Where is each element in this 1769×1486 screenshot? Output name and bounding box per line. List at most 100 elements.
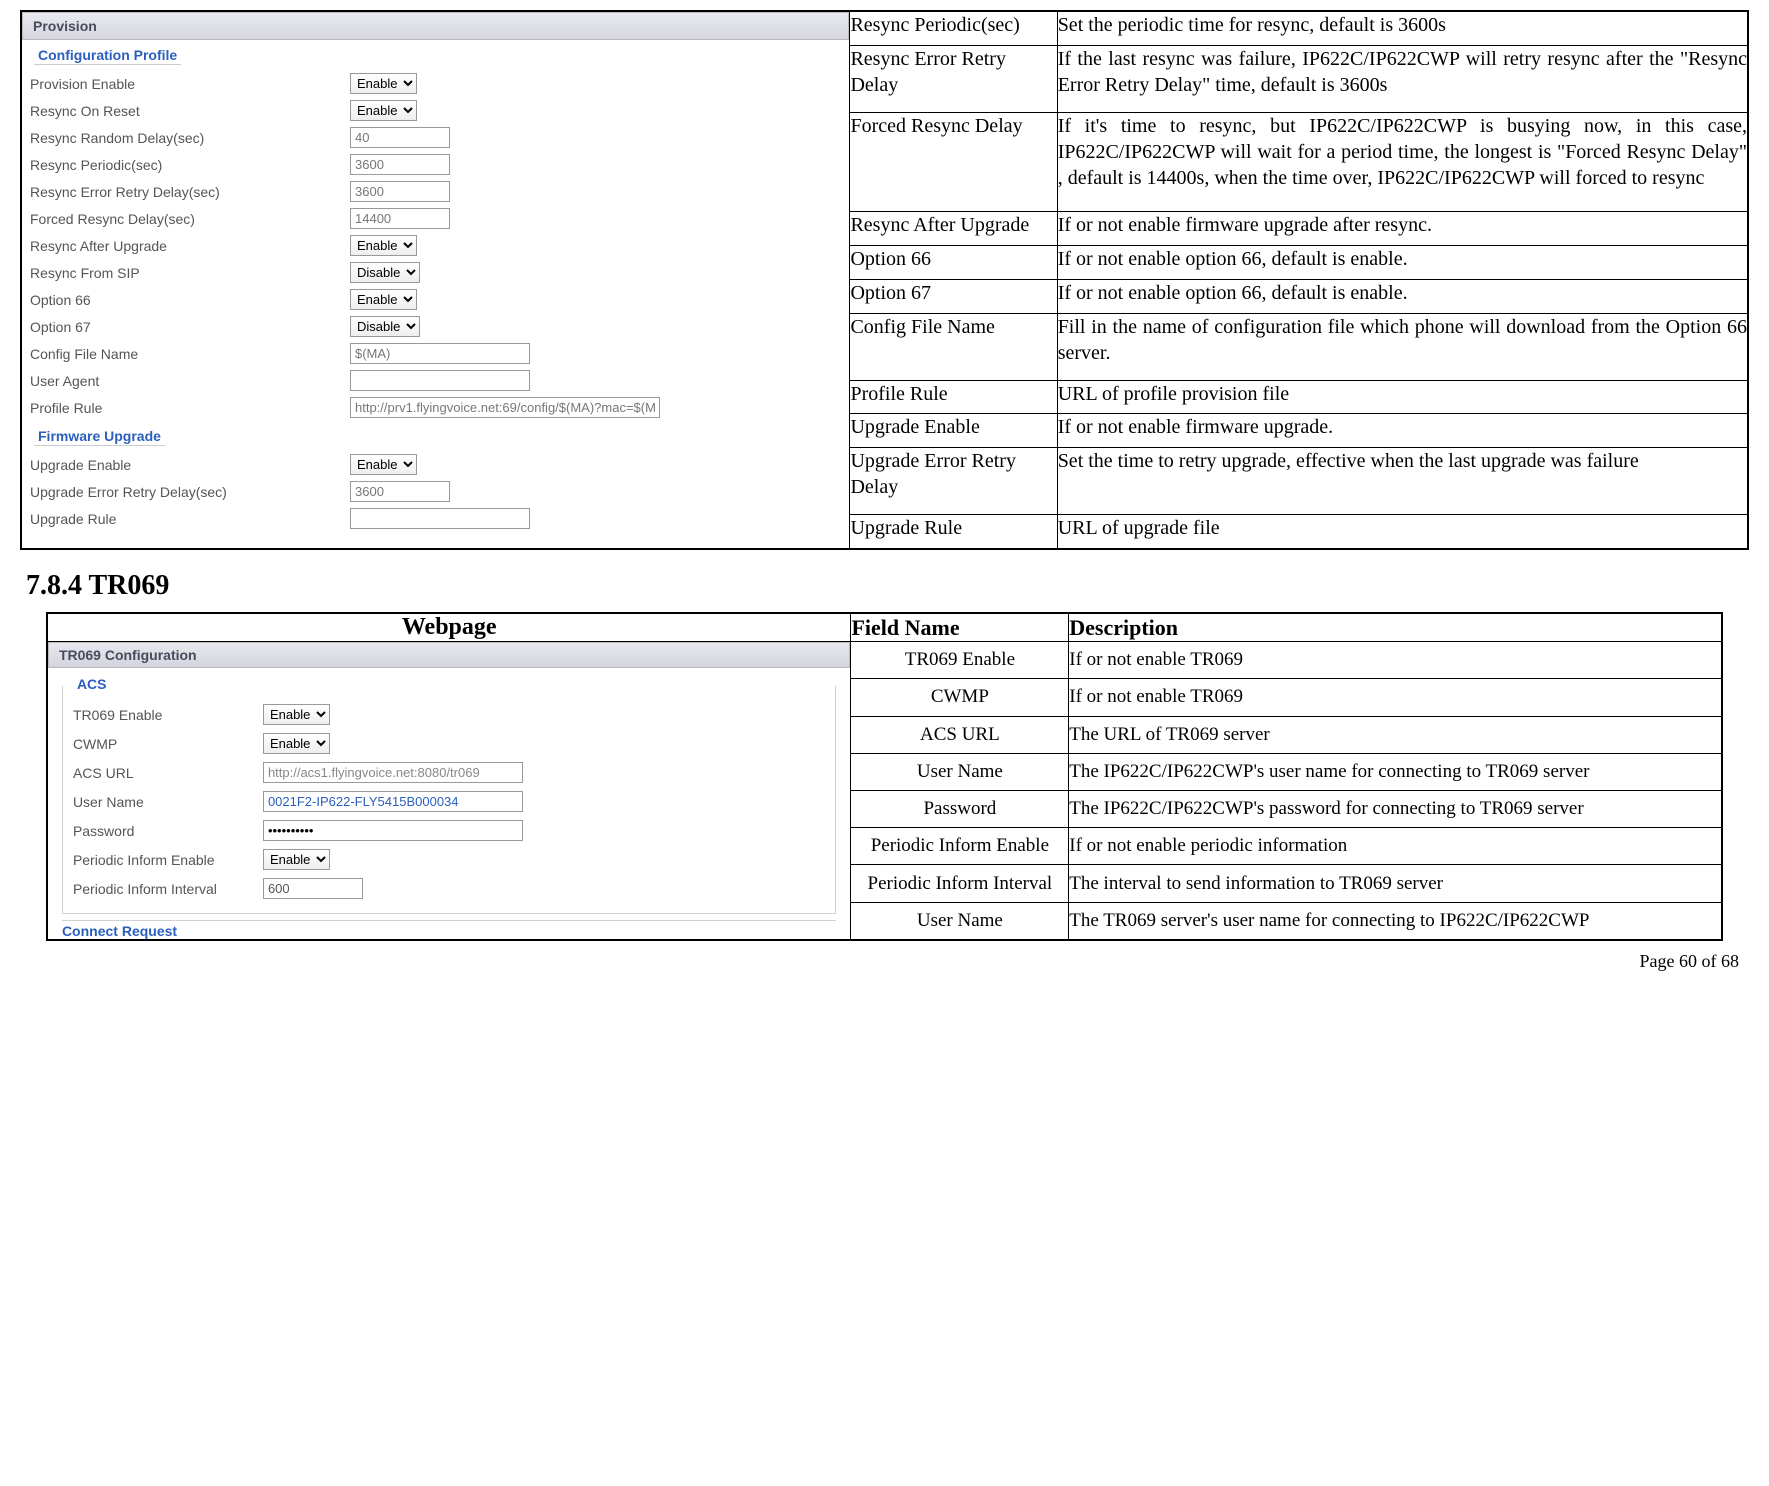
password-label: Password xyxy=(73,823,263,839)
resync-periodic-input[interactable] xyxy=(350,154,450,175)
description-cell: If or not enable periodic information xyxy=(1069,828,1722,865)
description-cell: If or not enable TR069 xyxy=(1069,642,1722,679)
upgrade-rule-input[interactable] xyxy=(350,508,530,529)
resync-after-upgrade-label: Resync After Upgrade xyxy=(30,237,350,255)
field-name-cell: Resync After Upgrade xyxy=(850,212,1057,246)
config-profile-section: Configuration Profile Provision EnableEn… xyxy=(30,56,841,421)
page-footer: Page 60 of 68 xyxy=(20,941,1749,972)
option66-label: Option 66 xyxy=(30,291,350,309)
forced-resync-delay-label: Forced Resync Delay(sec) xyxy=(30,210,350,228)
periodic-enable-select[interactable]: Enable xyxy=(263,849,330,870)
description-cell: Set the periodic time for resync, defaul… xyxy=(1057,11,1748,46)
description-cell: URL of profile provision file xyxy=(1057,380,1748,414)
description-cell: The IP622C/IP622CWP's password for conne… xyxy=(1069,791,1722,828)
acs-legend: ACS xyxy=(71,676,113,692)
description-cell: If the last resync was failure, IP622C/I… xyxy=(1057,46,1748,113)
config-file-name-input[interactable] xyxy=(350,343,530,364)
tr069-enable-select[interactable]: Enable xyxy=(263,704,330,725)
upgrade-rule-label: Upgrade Rule xyxy=(30,510,350,528)
user-agent-label: User Agent xyxy=(30,372,350,390)
field-name-cell: Profile Rule xyxy=(850,380,1057,414)
field-name-cell: Forced Resync Delay xyxy=(850,112,1057,211)
webpage-header: Webpage xyxy=(47,613,851,642)
connect-request-legend: Connect Request xyxy=(62,920,837,939)
provision-table: Provision Configuration Profile Provisio… xyxy=(20,10,1749,550)
tr069-header: TR069 Configuration xyxy=(48,642,851,668)
provision-header: Provision xyxy=(22,12,849,40)
provision-panel: Provision Configuration Profile Provisio… xyxy=(22,12,849,532)
firmware-legend: Firmware Upgrade xyxy=(34,427,165,446)
tr069-webpage-cell: TR069 Configuration ACS TR069 EnableEnab… xyxy=(47,642,851,941)
username-label: User Name xyxy=(73,794,263,810)
field-name-cell: User Name xyxy=(851,902,1069,940)
profile-rule-label: Profile Rule xyxy=(30,399,350,417)
description-cell: If it's time to resync, but IP622C/IP622… xyxy=(1057,112,1748,211)
upgrade-error-retry-label: Upgrade Error Retry Delay(sec) xyxy=(30,483,350,501)
description-cell: The IP622C/IP622CWP's user name for conn… xyxy=(1069,753,1722,790)
acs-url-label: ACS URL xyxy=(73,765,263,781)
tr069-panel: TR069 Configuration ACS TR069 EnableEnab… xyxy=(48,642,851,939)
user-agent-input[interactable] xyxy=(350,370,530,391)
cwmp-label: CWMP xyxy=(73,736,263,752)
upgrade-error-retry-input[interactable] xyxy=(350,481,450,502)
resync-after-upgrade-select[interactable]: Enable xyxy=(350,235,417,256)
config-profile-legend: Configuration Profile xyxy=(34,46,181,65)
provision-enable-label: Provision Enable xyxy=(30,75,350,93)
resync-periodic-label: Resync Periodic(sec) xyxy=(30,156,350,174)
option67-label: Option 67 xyxy=(30,318,350,336)
periodic-interval-label: Periodic Inform Interval xyxy=(73,881,263,897)
description-cell: Set the time to retry upgrade, effective… xyxy=(1057,448,1748,515)
resync-on-reset-label: Resync On Reset xyxy=(30,102,350,120)
field-name-cell: ACS URL xyxy=(851,716,1069,753)
profile-rule-input[interactable] xyxy=(350,397,660,418)
password-input[interactable] xyxy=(263,820,523,841)
field-header: Field Name xyxy=(851,613,1069,642)
firmware-section: Firmware Upgrade Upgrade EnableEnable Up… xyxy=(30,437,841,532)
field-name-cell: Resync Error Retry Delay xyxy=(850,46,1057,113)
description-cell: If or not enable firmware upgrade after … xyxy=(1057,212,1748,246)
option66-select[interactable]: Enable xyxy=(350,289,417,310)
acs-url-input[interactable] xyxy=(263,762,523,783)
periodic-interval-input[interactable] xyxy=(263,878,363,899)
provision-enable-select[interactable]: Enable xyxy=(350,73,417,94)
description-cell: If or not enable option 66, default is e… xyxy=(1057,279,1748,313)
field-name-cell: Config File Name xyxy=(850,313,1057,380)
section-heading: 7.8.4 TR069 xyxy=(20,570,1749,602)
upgrade-enable-select[interactable]: Enable xyxy=(350,454,417,475)
desc-header: Description xyxy=(1069,613,1722,642)
field-name-cell: Password xyxy=(851,791,1069,828)
field-name-cell: Periodic Inform Interval xyxy=(851,865,1069,902)
field-name-cell: Option 66 xyxy=(850,245,1057,279)
description-cell: The TR069 server's user name for connect… xyxy=(1069,902,1722,940)
tr069-table: Webpage Field Name Description TR069 Con… xyxy=(46,612,1723,941)
periodic-enable-label: Periodic Inform Enable xyxy=(73,852,263,868)
field-name-cell: Option 67 xyxy=(850,279,1057,313)
username-input[interactable] xyxy=(263,791,523,812)
resync-from-sip-label: Resync From SIP xyxy=(30,264,350,282)
description-cell: The interval to send information to TR06… xyxy=(1069,865,1722,902)
field-name-cell: Upgrade Rule xyxy=(850,515,1057,550)
field-name-cell: Resync Periodic(sec) xyxy=(850,11,1057,46)
cwmp-select[interactable]: Enable xyxy=(263,733,330,754)
description-cell: If or not enable option 66, default is e… xyxy=(1057,245,1748,279)
resync-on-reset-select[interactable]: Enable xyxy=(350,100,417,121)
resync-random-delay-input[interactable] xyxy=(350,127,450,148)
description-cell: URL of upgrade file xyxy=(1057,515,1748,550)
field-name-cell: CWMP xyxy=(851,679,1069,716)
description-cell: The URL of TR069 server xyxy=(1069,716,1722,753)
field-name-cell: User Name xyxy=(851,753,1069,790)
field-name-cell: TR069 Enable xyxy=(851,642,1069,679)
config-file-name-label: Config File Name xyxy=(30,345,350,363)
description-cell: If or not enable firmware upgrade. xyxy=(1057,414,1748,448)
upgrade-enable-label: Upgrade Enable xyxy=(30,456,350,474)
field-name-cell: Upgrade Error Retry Delay xyxy=(850,448,1057,515)
forced-resync-delay-input[interactable] xyxy=(350,208,450,229)
description-cell: If or not enable TR069 xyxy=(1069,679,1722,716)
field-name-cell: Upgrade Enable xyxy=(850,414,1057,448)
description-cell: Fill in the name of configuration file w… xyxy=(1057,313,1748,380)
option67-select[interactable]: Disable xyxy=(350,316,420,337)
tr069-enable-label: TR069 Enable xyxy=(73,707,263,723)
resync-error-retry-label: Resync Error Retry Delay(sec) xyxy=(30,183,350,201)
resync-from-sip-select[interactable]: Disable xyxy=(350,262,420,283)
resync-error-retry-input[interactable] xyxy=(350,181,450,202)
